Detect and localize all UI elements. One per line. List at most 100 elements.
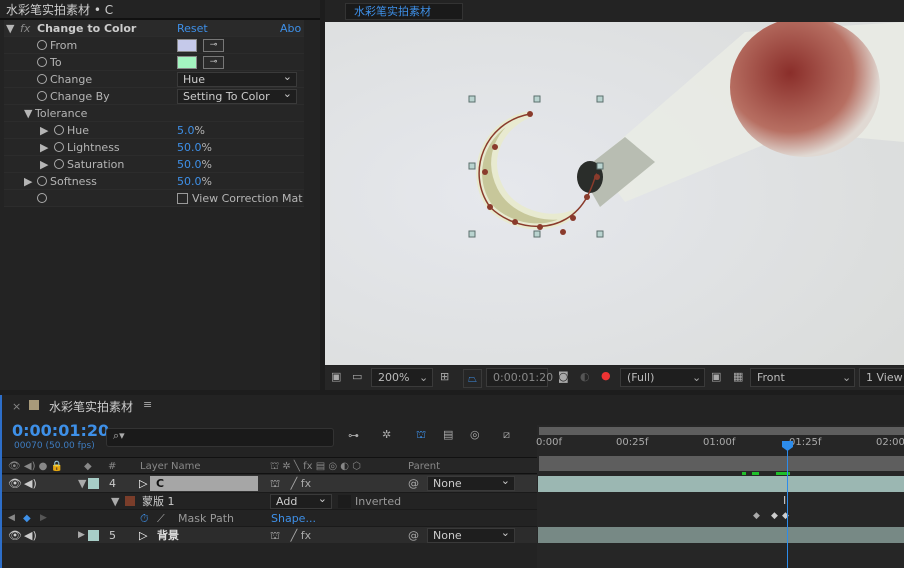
graph-editor-icon[interactable]: ⧄ (503, 428, 510, 442)
mask-mode-dropdown[interactable]: Add (270, 492, 332, 509)
lightness-value[interactable]: 50.0 (177, 141, 202, 154)
composition-canvas[interactable] (325, 22, 904, 365)
prev-keyframe-icon[interactable]: ◀ (8, 510, 15, 527)
twirl-right-icon[interactable]: ▶ (40, 156, 48, 173)
audio-icon[interactable]: ◀) (24, 527, 37, 544)
playhead-handle[interactable] (782, 441, 793, 451)
stopwatch-icon[interactable]: ⏱ (140, 510, 149, 527)
pickwhip-icon[interactable]: @ (408, 475, 419, 492)
twirl-down-icon[interactable]: ▼ (111, 493, 119, 510)
parent-dropdown[interactable]: None (427, 526, 515, 543)
column-parent[interactable]: Parent (408, 458, 440, 475)
softness-value[interactable]: 50.0 (177, 175, 202, 188)
mask-path-row[interactable]: ◀ ◆ ▶ ⏱ ⟋ Mask Path Shape... (2, 509, 537, 526)
layer-bar[interactable] (538, 527, 904, 543)
time-navigator[interactable] (539, 427, 904, 435)
inverted-checkbox[interactable] (338, 495, 351, 508)
mask-row[interactable]: ▼ 蒙版 1 Add Inverted (2, 492, 537, 509)
transparency-grid-icon[interactable]: ▦ (733, 370, 743, 383)
close-tab-icon[interactable]: × (12, 400, 21, 413)
show-snapshot-icon[interactable]: ◐ (580, 370, 590, 383)
work-area-bar[interactable] (539, 456, 904, 471)
current-time[interactable]: 0:00:01:20 (12, 421, 109, 440)
layer-bar[interactable] (538, 476, 904, 492)
viewer-timecode[interactable]: 0:00:01:20 (486, 368, 553, 387)
draft-3d-icon[interactable]: ✲ (382, 428, 391, 441)
layer-row[interactable]: 👁 ◀) ▼ 4 ▷ C ⛫ ╱ fx @ None (2, 474, 537, 492)
stopwatch-icon[interactable] (37, 74, 47, 84)
fast-preview-icon[interactable]: ▣ (711, 370, 721, 383)
fx-icon[interactable]: fx (20, 20, 30, 37)
visibility-eye-icon[interactable]: 👁 (8, 475, 22, 492)
keyframe[interactable]: ◆ (771, 511, 778, 521)
snapshot-layers-icon[interactable]: ▣ (331, 370, 341, 383)
from-color-swatch[interactable] (177, 39, 197, 52)
stopwatch-icon[interactable] (37, 176, 47, 186)
add-keyframe-icon[interactable]: ◆ (23, 510, 31, 527)
twirl-right-icon[interactable]: ▶ (40, 122, 48, 139)
time-graph[interactable]: 0:00f 00:25f 01:00f 01:25f 02:00f I ◆ ◆ … (536, 425, 904, 568)
viewer-tab[interactable]: 水彩笔实拍素材 (345, 3, 463, 20)
stopwatch-icon[interactable] (37, 91, 47, 101)
audio-icon[interactable]: ◀) (24, 475, 37, 492)
playhead[interactable] (787, 441, 788, 568)
effect-header[interactable]: ▼ fx Change to Color Reset Abo (4, 20, 304, 37)
view-dropdown[interactable]: Front (750, 368, 855, 387)
shy-layers-icon[interactable]: ⛫ (416, 428, 426, 443)
region-of-interest-icon[interactable]: ⊞ (440, 370, 449, 383)
stopwatch-icon[interactable] (37, 57, 47, 67)
stopwatch-icon[interactable] (54, 142, 64, 152)
about-link[interactable]: Abo (280, 20, 301, 37)
mask-name[interactable]: 蒙版 1 (142, 493, 175, 510)
column-layer-name[interactable]: Layer Name (140, 458, 201, 475)
hue-value[interactable]: 5.0 (177, 124, 195, 137)
graph-icon[interactable]: ⟋ (157, 510, 165, 527)
stopwatch-icon[interactable] (54, 125, 64, 135)
next-keyframe-icon[interactable]: ▶ (40, 510, 47, 527)
layer-color-label[interactable] (88, 478, 99, 489)
search-input[interactable]: ⌕▾ (106, 428, 334, 447)
camera-icon[interactable]: ◙ (558, 370, 569, 383)
twirl-right-icon[interactable]: ▶ (40, 139, 48, 156)
mask-visibility-icon[interactable]: ⏢ (463, 369, 482, 388)
keyframe[interactable]: ◆ (753, 511, 760, 521)
stopwatch-icon[interactable] (37, 193, 47, 203)
eyedropper-icon[interactable]: ⊸ (203, 56, 224, 69)
pickwhip-icon[interactable]: @ (408, 527, 419, 544)
stopwatch-icon[interactable] (37, 40, 47, 50)
comp-flowchart-icon[interactable]: ⊶ (348, 429, 359, 442)
column-num[interactable]: # (108, 458, 116, 475)
twirl-down-icon[interactable]: ▼ (24, 105, 32, 122)
layer-name[interactable]: 背景 (157, 527, 179, 544)
switches[interactable]: ⛫ ╱ fx (270, 475, 311, 492)
visibility-eye-icon[interactable]: 👁 (8, 527, 22, 544)
to-color-swatch[interactable] (177, 56, 197, 69)
view-correction-checkbox[interactable] (177, 193, 188, 204)
twirl-right-icon[interactable]: ▶ (24, 173, 32, 190)
eyedropper-icon[interactable]: ⊸ (203, 39, 224, 52)
twirl-down-icon[interactable]: ▼ (6, 20, 14, 37)
mask-path-value[interactable]: Shape... (271, 510, 316, 527)
stopwatch-icon[interactable] (54, 159, 64, 169)
monitor-icon[interactable]: ▭ (352, 370, 362, 383)
motion-blur-icon[interactable]: ◎ (470, 428, 480, 441)
twirl-right-icon[interactable]: ▶ (78, 527, 85, 544)
prop-label: Tolerance (35, 107, 88, 120)
reset-link[interactable]: Reset (177, 20, 208, 37)
panel-menu-icon[interactable]: ≡ (143, 398, 152, 411)
parent-dropdown[interactable]: None (427, 474, 515, 491)
change-dropdown[interactable]: Hue (177, 70, 297, 87)
change-by-dropdown[interactable]: Setting To Color (177, 87, 297, 104)
channels-icon[interactable]: ● (601, 369, 611, 382)
frame-blending-icon[interactable]: ▤ (443, 428, 453, 441)
mask-color-label[interactable] (125, 496, 135, 506)
prop-tolerance[interactable]: ▼ Tolerance (4, 105, 304, 122)
saturation-value[interactable]: 50.0 (177, 158, 202, 171)
view-layout-dropdown[interactable]: 1 View (859, 368, 904, 387)
twirl-down-icon[interactable]: ▼ (78, 475, 86, 492)
timeline-tab[interactable]: 水彩笔实拍素材 (49, 398, 133, 415)
layer-color-label[interactable] (88, 530, 99, 541)
switches[interactable]: ⛫ ╱ fx (270, 527, 311, 544)
layer-name[interactable]: C (150, 476, 258, 491)
layer-row[interactable]: 👁 ◀) ▶ 5 ▷ 背景 ⛫ ╱ fx @ None (2, 526, 537, 543)
